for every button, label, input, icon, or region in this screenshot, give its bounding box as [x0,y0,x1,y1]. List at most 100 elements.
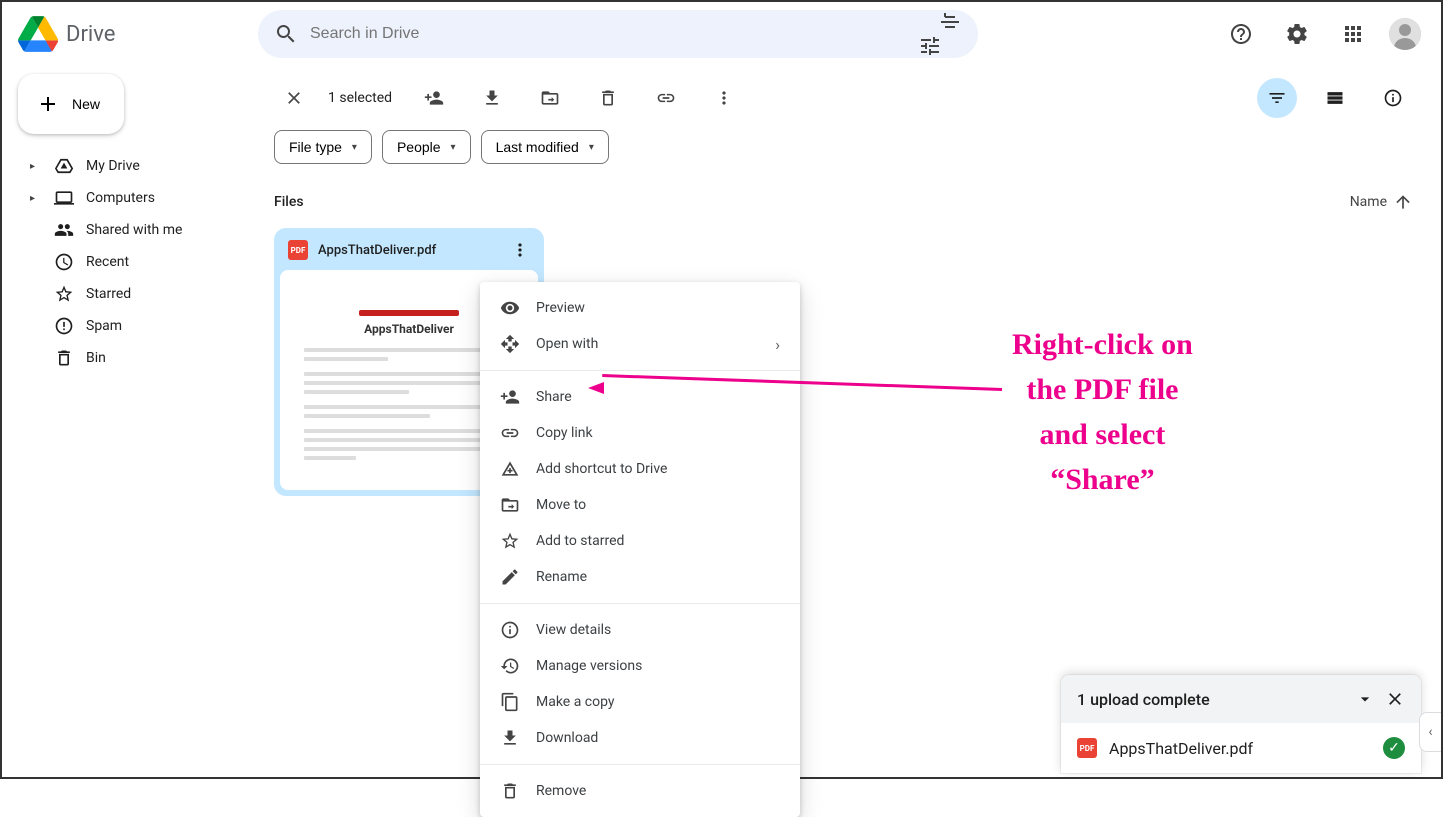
sidebar-item-label: Shared with me [86,222,182,238]
menu-preview[interactable]: Preview [480,290,800,326]
my-drive-icon [54,156,74,176]
apps-icon [1341,22,1365,46]
check-icon: ✓ [1383,737,1405,759]
more-vert-icon[interactable] [510,240,530,260]
menu-remove[interactable]: Remove [480,773,800,809]
sidebar-item-label: Recent [86,254,129,270]
more-vert-icon [714,88,734,108]
selection-toolbar: 1 selected [258,70,1429,126]
upload-toast: 1 upload complete PDF AppsThatDeliver.pd… [1061,675,1421,773]
file-name: AppsThatDeliver.pdf [318,243,500,258]
settings-button[interactable] [1277,14,1317,54]
files-section-label: Files [274,194,304,210]
help-button[interactable] [1221,14,1261,54]
filter-last-modified[interactable]: Last modified [481,130,609,164]
person-add-icon [424,88,444,108]
menu-open-with[interactable]: Open with › [480,326,800,362]
search-options-icon[interactable] [938,10,962,58]
menu-copy-link[interactable]: Copy link [480,415,800,451]
chevron-down-icon[interactable] [1355,689,1375,709]
gear-icon [1285,22,1309,46]
sidebar-item-bin[interactable]: Bin [18,342,242,374]
list-view-icon [1325,88,1345,108]
toast-header: 1 upload complete [1061,675,1421,723]
menu-add-shortcut[interactable]: Add shortcut to Drive [480,451,800,487]
person-add-icon [500,387,520,407]
info-icon [1383,88,1403,108]
expand-icon: ▸ [30,193,42,204]
filter-people[interactable]: People [382,130,471,164]
link-icon [500,423,520,443]
app-title: Drive [66,22,115,47]
history-icon [500,656,520,676]
sidebar-item-label: Bin [86,350,106,366]
sidebar-item-label: My Drive [86,158,140,174]
rename-icon [500,567,520,587]
apps-button[interactable] [1333,14,1373,54]
download-icon [500,728,520,748]
star-icon [500,531,520,551]
menu-rename[interactable]: Rename [480,559,800,595]
header: Drive [2,2,1441,66]
side-panel-toggle[interactable]: ‹ [1419,712,1441,752]
toast-body[interactable]: PDF AppsThatDeliver.pdf ✓ [1061,723,1421,773]
sidebar-item-shared[interactable]: Shared with me [18,214,242,246]
menu-share[interactable]: Share [480,379,800,415]
search-bar[interactable] [258,10,978,58]
selection-count: 1 selected [328,90,392,106]
share-button[interactable] [414,78,454,118]
filter-view-button[interactable] [1257,78,1297,118]
menu-move-to[interactable]: Move to [480,487,800,523]
plus-icon [36,92,60,116]
info-button[interactable] [1373,78,1413,118]
list-view-button[interactable] [1315,78,1355,118]
more-button[interactable] [704,78,744,118]
menu-view-details[interactable]: View details [480,612,800,648]
link-button[interactable] [646,78,686,118]
sidebar-item-label: Computers [86,190,155,206]
download-button[interactable] [472,78,512,118]
clear-selection-button[interactable] [274,78,314,118]
sidebar-item-spam[interactable]: Spam [18,310,242,342]
annotation-text: Right-click on the PDF file and select “… [1012,322,1193,502]
search-input[interactable] [310,25,926,43]
pdf-icon: PDF [288,240,308,260]
annotation-arrow-head [588,382,604,394]
link-icon [656,88,676,108]
copy-icon [500,692,520,712]
recent-icon [54,252,74,272]
close-icon[interactable] [1385,689,1405,709]
sidebar: New ▸ My Drive ▸ Computers Shared with m… [2,66,258,382]
section-header: Files Name [258,172,1429,220]
sidebar-item-label: Spam [86,318,122,334]
file-card-header: PDF AppsThatDeliver.pdf [278,232,540,268]
account-avatar[interactable] [1389,18,1421,50]
sidebar-item-starred[interactable]: Starred [18,278,242,310]
pdf-icon: PDF [1077,738,1097,758]
menu-make-copy[interactable]: Make a copy [480,684,800,720]
new-button[interactable]: New [18,74,124,134]
toast-file-name: AppsThatDeliver.pdf [1109,739,1253,758]
sort-button[interactable]: Name [1350,192,1413,212]
drive-logo[interactable]: Drive [18,14,250,54]
star-icon [54,284,74,304]
main-content: 1 selected File type People Last modifie… [258,70,1429,769]
sidebar-item-recent[interactable]: Recent [18,246,242,278]
sidebar-item-my-drive[interactable]: ▸ My Drive [18,150,242,182]
info-icon [500,620,520,640]
open-with-icon [500,334,520,354]
menu-download[interactable]: Download [480,720,800,756]
close-icon [284,88,304,108]
preview-title: AppsThatDeliver [364,322,454,336]
delete-button[interactable] [588,78,628,118]
computers-icon [54,188,74,208]
help-icon [1229,22,1253,46]
trash-icon [500,781,520,801]
trash-icon [598,88,618,108]
sidebar-item-computers[interactable]: ▸ Computers [18,182,242,214]
menu-add-starred[interactable]: Add to starred [480,523,800,559]
move-button[interactable] [530,78,570,118]
menu-manage-versions[interactable]: Manage versions [480,648,800,684]
filter-file-type[interactable]: File type [274,130,372,164]
shortcut-icon [500,459,520,479]
